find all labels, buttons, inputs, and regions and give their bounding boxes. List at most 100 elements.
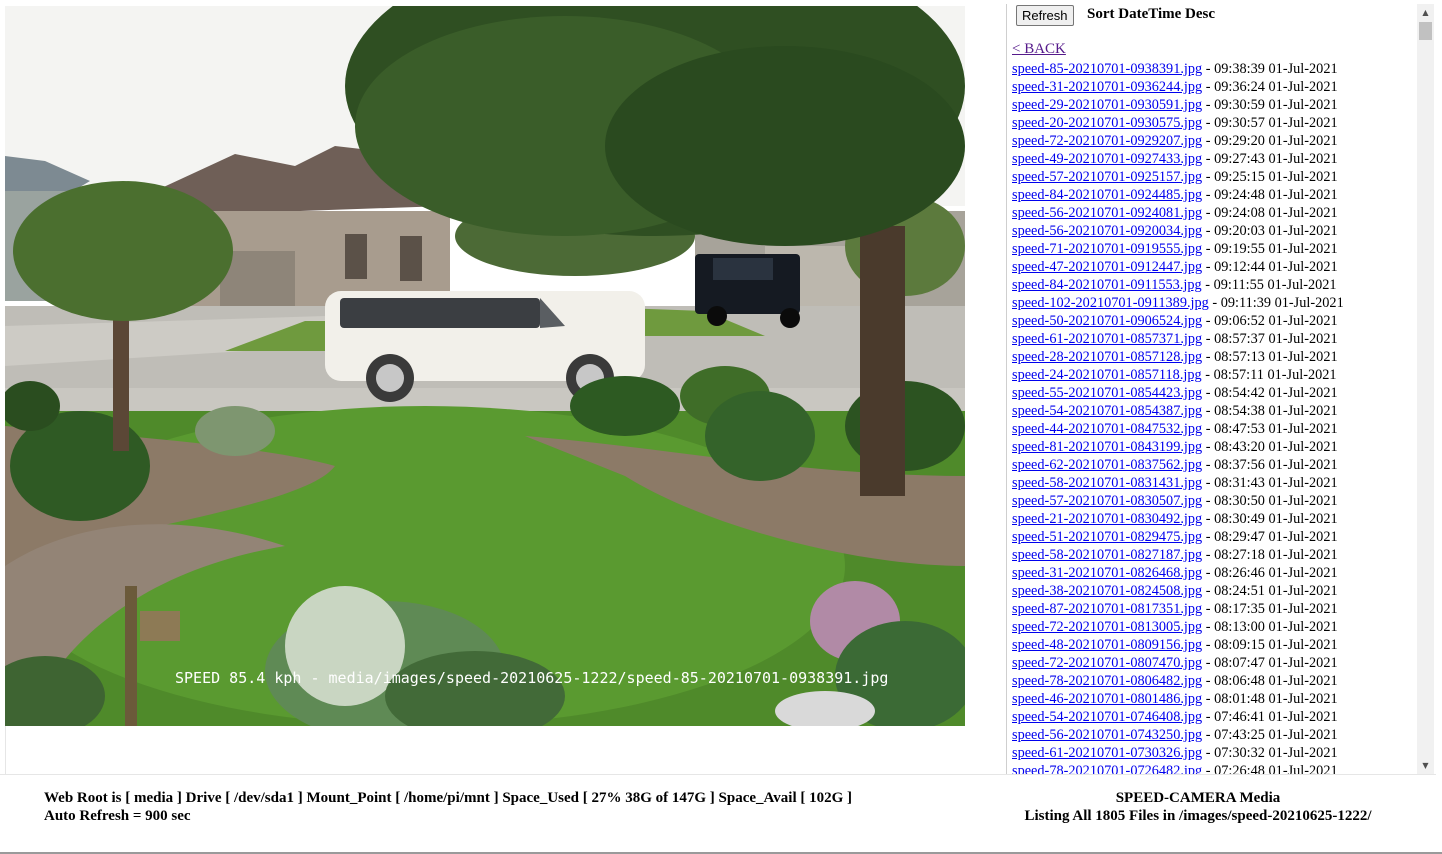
listing-summary: SPEED-CAMERA Media Listing All 1805 File… xyxy=(1012,789,1384,825)
file-datetime: - 08:30:49 01-Jul-2021 xyxy=(1205,511,1338,527)
list-item: speed-44-20210701-0847532.jpg - 08:47:53… xyxy=(1012,420,1344,438)
file-link[interactable]: speed-102-20210701-0911389.jpg xyxy=(1012,295,1209,311)
file-link[interactable]: speed-56-20210701-0924081.jpg xyxy=(1012,205,1202,221)
scroll-up-arrow-icon[interactable]: ▲ xyxy=(1417,4,1434,21)
storage-info-line: Web Root is [ media ] Drive [ /dev/sda1 … xyxy=(44,790,853,806)
file-link[interactable]: speed-62-20210701-0837562.jpg xyxy=(1012,457,1202,473)
file-datetime: - 08:54:42 01-Jul-2021 xyxy=(1205,385,1338,401)
file-datetime: - 09:12:44 01-Jul-2021 xyxy=(1205,259,1338,275)
scroll-thumb[interactable] xyxy=(1419,22,1432,40)
list-item: speed-72-20210701-0929207.jpg - 09:29:20… xyxy=(1012,132,1344,150)
list-item: speed-72-20210701-0813005.jpg - 08:13:00… xyxy=(1012,618,1344,636)
list-item: speed-56-20210701-0743250.jpg - 07:43:25… xyxy=(1012,726,1344,744)
file-link[interactable]: speed-56-20210701-0743250.jpg xyxy=(1012,727,1202,743)
file-link[interactable]: speed-61-20210701-0730326.jpg xyxy=(1012,745,1202,761)
camera-photo xyxy=(5,6,965,726)
file-datetime: - 08:06:48 01-Jul-2021 xyxy=(1205,673,1338,689)
list-item: speed-57-20210701-0830507.jpg - 08:30:50… xyxy=(1012,492,1344,510)
file-datetime: - 08:09:15 01-Jul-2021 xyxy=(1205,637,1338,653)
file-datetime: - 09:38:39 01-Jul-2021 xyxy=(1205,61,1338,77)
file-link[interactable]: speed-28-20210701-0857128.jpg xyxy=(1012,349,1202,365)
list-item: speed-46-20210701-0801486.jpg - 08:01:48… xyxy=(1012,690,1344,708)
file-link[interactable]: speed-51-20210701-0829475.jpg xyxy=(1012,529,1202,545)
file-datetime: - 07:26:48 01-Jul-2021 xyxy=(1205,763,1338,774)
file-list: speed-85-20210701-0938391.jpg - 09:38:39… xyxy=(1012,60,1344,774)
file-link[interactable]: speed-58-20210701-0827187.jpg xyxy=(1012,547,1202,563)
file-link[interactable]: speed-47-20210701-0912447.jpg xyxy=(1012,259,1202,275)
auto-refresh-info: Auto Refresh = 900 sec xyxy=(44,808,191,824)
list-item: speed-84-20210701-0924485.jpg - 09:24:48… xyxy=(1012,186,1344,204)
file-link[interactable]: speed-31-20210701-0826468.jpg xyxy=(1012,565,1202,581)
file-datetime: - 08:57:37 01-Jul-2021 xyxy=(1205,331,1338,347)
file-link[interactable]: speed-72-20210701-0929207.jpg xyxy=(1012,133,1202,149)
file-datetime: - 09:11:55 01-Jul-2021 xyxy=(1205,277,1337,293)
file-link[interactable]: speed-58-20210701-0831431.jpg xyxy=(1012,475,1202,491)
list-item: speed-21-20210701-0830492.jpg - 08:30:49… xyxy=(1012,510,1344,528)
file-link[interactable]: speed-81-20210701-0843199.jpg xyxy=(1012,439,1202,455)
file-datetime: - 08:57:11 01-Jul-2021 xyxy=(1205,367,1337,383)
list-item: speed-61-20210701-0730326.jpg - 07:30:32… xyxy=(1012,744,1344,762)
file-link[interactable]: speed-78-20210701-0726482.jpg xyxy=(1012,763,1202,774)
file-link[interactable]: speed-20-20210701-0930575.jpg xyxy=(1012,115,1202,131)
list-item: speed-31-20210701-0936244.jpg - 09:36:24… xyxy=(1012,78,1344,96)
list-item: speed-54-20210701-0746408.jpg - 07:46:41… xyxy=(1012,708,1344,726)
file-link[interactable]: speed-72-20210701-0807470.jpg xyxy=(1012,655,1202,671)
list-item: speed-55-20210701-0854423.jpg - 08:54:42… xyxy=(1012,384,1344,402)
list-item: speed-49-20210701-0927433.jpg - 09:27:43… xyxy=(1012,150,1344,168)
file-link[interactable]: speed-71-20210701-0919555.jpg xyxy=(1012,241,1202,257)
file-datetime: - 08:47:53 01-Jul-2021 xyxy=(1205,421,1338,437)
sort-label: Sort DateTime Desc xyxy=(1087,6,1216,22)
file-listing-frame[interactable]: Refresh Sort DateTime Desc < BACK speed-… xyxy=(1007,4,1417,774)
file-link[interactable]: speed-49-20210701-0927433.jpg xyxy=(1012,151,1202,167)
file-datetime: - 09:27:43 01-Jul-2021 xyxy=(1205,151,1338,167)
speed-camera-image: SPEED 85.4 kph - media/images/speed-2021… xyxy=(5,6,965,726)
listing-count: Listing All 1805 Files in /images/speed-… xyxy=(1024,808,1372,824)
scroll-down-arrow-icon[interactable]: ▼ xyxy=(1417,757,1434,774)
file-link[interactable]: speed-54-20210701-0746408.jpg xyxy=(1012,709,1202,725)
app-title: SPEED-CAMERA Media xyxy=(1115,790,1281,806)
file-link[interactable]: speed-38-20210701-0824508.jpg xyxy=(1012,583,1202,599)
file-datetime: - 08:07:47 01-Jul-2021 xyxy=(1205,655,1338,671)
file-link[interactable]: speed-78-20210701-0806482.jpg xyxy=(1012,673,1202,689)
list-item: speed-20-20210701-0930575.jpg - 09:30:57… xyxy=(1012,114,1344,132)
file-link[interactable]: speed-44-20210701-0847532.jpg xyxy=(1012,421,1202,437)
back-link[interactable]: < BACK xyxy=(1012,41,1066,58)
file-link[interactable]: speed-61-20210701-0857371.jpg xyxy=(1012,331,1202,347)
file-datetime: - 08:31:43 01-Jul-2021 xyxy=(1205,475,1338,491)
frame-border-bottom xyxy=(0,774,1436,775)
list-item: speed-51-20210701-0829475.jpg - 08:29:47… xyxy=(1012,528,1344,546)
file-link[interactable]: speed-21-20210701-0830492.jpg xyxy=(1012,511,1202,527)
file-datetime: - 08:29:47 01-Jul-2021 xyxy=(1205,529,1338,545)
file-link[interactable]: speed-55-20210701-0854423.jpg xyxy=(1012,385,1202,401)
file-datetime: - 07:43:25 01-Jul-2021 xyxy=(1205,727,1338,743)
file-datetime: - 09:24:48 01-Jul-2021 xyxy=(1205,187,1338,203)
list-item: speed-56-20210701-0920034.jpg - 09:20:03… xyxy=(1012,222,1344,240)
refresh-button[interactable]: Refresh xyxy=(1016,5,1074,26)
list-item: speed-47-20210701-0912447.jpg - 09:12:44… xyxy=(1012,258,1344,276)
file-link[interactable]: speed-54-20210701-0854387.jpg xyxy=(1012,403,1202,419)
file-link[interactable]: speed-57-20210701-0830507.jpg xyxy=(1012,493,1202,509)
file-datetime: - 08:54:38 01-Jul-2021 xyxy=(1205,403,1338,419)
file-link[interactable]: speed-48-20210701-0809156.jpg xyxy=(1012,637,1202,653)
list-item: speed-61-20210701-0857371.jpg - 08:57:37… xyxy=(1012,330,1344,348)
file-link[interactable]: speed-31-20210701-0936244.jpg xyxy=(1012,79,1202,95)
file-link[interactable]: speed-72-20210701-0813005.jpg xyxy=(1012,619,1202,635)
file-link[interactable]: speed-56-20210701-0920034.jpg xyxy=(1012,223,1202,239)
file-link[interactable]: speed-29-20210701-0930591.jpg xyxy=(1012,97,1202,113)
file-link[interactable]: speed-50-20210701-0906524.jpg xyxy=(1012,313,1202,329)
file-datetime: - 08:37:56 01-Jul-2021 xyxy=(1205,457,1338,473)
file-datetime: - 08:30:50 01-Jul-2021 xyxy=(1205,493,1338,509)
list-item: speed-48-20210701-0809156.jpg - 08:09:15… xyxy=(1012,636,1344,654)
file-link[interactable]: speed-57-20210701-0925157.jpg xyxy=(1012,169,1202,185)
file-link[interactable]: speed-84-20210701-0911553.jpg xyxy=(1012,277,1202,293)
file-link[interactable]: speed-85-20210701-0938391.jpg xyxy=(1012,61,1202,77)
list-item: speed-85-20210701-0938391.jpg - 09:38:39… xyxy=(1012,60,1344,78)
file-datetime: - 09:29:20 01-Jul-2021 xyxy=(1205,133,1338,149)
frame-border xyxy=(5,726,6,774)
file-link[interactable]: speed-24-20210701-0857118.jpg xyxy=(1012,367,1202,383)
file-link[interactable]: speed-87-20210701-0817351.jpg xyxy=(1012,601,1202,617)
file-link[interactable]: speed-46-20210701-0801486.jpg xyxy=(1012,691,1202,707)
file-link[interactable]: speed-84-20210701-0924485.jpg xyxy=(1012,187,1202,203)
file-datetime: - 08:24:51 01-Jul-2021 xyxy=(1205,583,1338,599)
vertical-scrollbar[interactable]: ▲ ▼ xyxy=(1417,4,1434,774)
